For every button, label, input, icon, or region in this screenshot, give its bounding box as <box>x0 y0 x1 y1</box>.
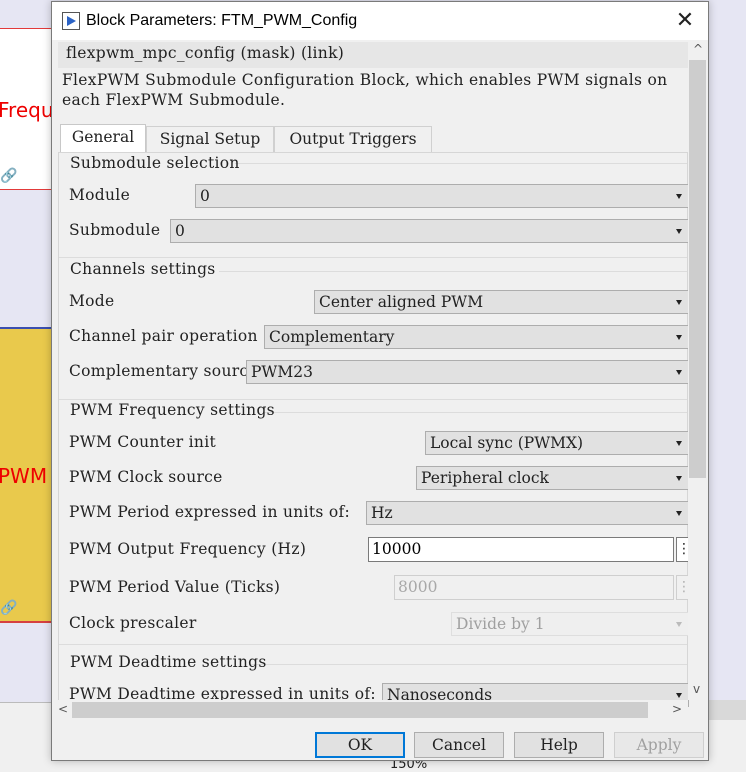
channel-pair-label: Channel pair operation <box>69 327 258 345</box>
clock-source-label: PWM Clock source <box>69 468 223 486</box>
complementary-source-label: Complementary source <box>69 362 258 380</box>
scroll-up-icon[interactable]: ^ <box>693 42 703 56</box>
group-divider <box>59 257 687 258</box>
ok-button[interactable]: OK <box>315 732 405 758</box>
group-title-deadtime: PWM Deadtime settings <box>70 653 267 671</box>
channel-pair-select[interactable]: Complementary <box>264 325 689 349</box>
model-block-top-label: Frequ <box>0 98 54 122</box>
submodule-label: Submodule <box>69 221 161 239</box>
horizontal-scrollbar[interactable]: < > <box>52 700 688 720</box>
model-canvas-right <box>709 0 746 702</box>
mask-description: FlexPWM Submodule Configuration Block, w… <box>62 71 668 109</box>
counter-init-select[interactable]: Local sync (PWMX) <box>425 431 689 455</box>
group-divider <box>59 399 687 400</box>
group-divider <box>251 664 687 665</box>
scroll-left-icon[interactable]: < <box>58 702 68 716</box>
horizontal-scroll-thumb[interactable] <box>72 702 648 718</box>
group-title-submodule: Submodule selection <box>70 154 240 172</box>
cancel-button[interactable]: Cancel <box>414 732 504 758</box>
tab-panel-general: Submodule selection Module 0 Submodule 0… <box>58 152 691 720</box>
apply-button: Apply <box>614 732 704 758</box>
model-scroll-corner <box>709 700 746 720</box>
vertical-scrollbar[interactable]: ^ v <box>688 42 708 700</box>
vertical-scroll-thumb[interactable] <box>689 60 706 478</box>
scroll-down-icon[interactable]: v <box>693 682 700 696</box>
module-label: Module <box>69 186 131 204</box>
scroll-right-icon[interactable]: > <box>672 702 682 716</box>
output-frequency-input[interactable]: 10000 <box>368 537 674 562</box>
group-divider <box>59 644 687 645</box>
link-icon: 🔗 <box>0 168 18 184</box>
period-units-select[interactable]: Hz <box>366 501 689 525</box>
module-select[interactable]: 0 <box>195 184 689 208</box>
block-parameters-dialog: Block Parameters: FTM_PWM_Config ✕ flexp… <box>51 1 709 761</box>
group-title-frequency: PWM Frequency settings <box>70 401 275 419</box>
mode-select[interactable]: Center aligned PWM <box>314 290 689 314</box>
close-icon[interactable]: ✕ <box>670 8 700 34</box>
dialog-titlebar[interactable]: Block Parameters: FTM_PWM_Config ✕ <box>52 2 708 40</box>
dialog-title: Block Parameters: FTM_PWM_Config <box>86 12 358 29</box>
tab-general[interactable]: General <box>60 124 146 153</box>
period-value-label: PWM Period Value (Ticks) <box>69 578 281 596</box>
submodule-select[interactable]: 0 <box>170 219 689 243</box>
period-value-input: 8000 <box>394 575 674 600</box>
period-units-label: PWM Period expressed in units of: <box>69 503 351 521</box>
complementary-source-select[interactable]: PWM23 <box>246 360 689 384</box>
simulink-block-icon <box>62 12 80 30</box>
group-divider <box>263 412 687 413</box>
dialog-content: flexpwm_mpc_config (mask) (link) FlexPWM… <box>52 40 708 720</box>
model-block-pwm-label: PWM <box>0 464 48 488</box>
group-divider <box>219 271 687 272</box>
tab-signal-setup[interactable]: Signal Setup <box>146 126 274 153</box>
mask-header: flexpwm_mpc_config (mask) (link) <box>66 44 345 62</box>
mode-label: Mode <box>69 292 115 310</box>
group-title-channels: Channels settings <box>70 260 216 278</box>
link-icon: 🔗 <box>0 600 18 616</box>
clock-source-select[interactable]: Peripheral clock <box>416 466 689 490</box>
tab-output-triggers[interactable]: Output Triggers <box>274 126 432 153</box>
group-divider <box>235 163 687 164</box>
output-frequency-label: PWM Output Frequency (Hz) <box>69 540 307 558</box>
clock-prescaler-label: Clock prescaler <box>69 614 197 632</box>
clock-prescaler-select: Divide by 1 <box>451 612 689 636</box>
help-button[interactable]: Help <box>514 732 604 758</box>
counter-init-label: PWM Counter init <box>69 433 216 451</box>
